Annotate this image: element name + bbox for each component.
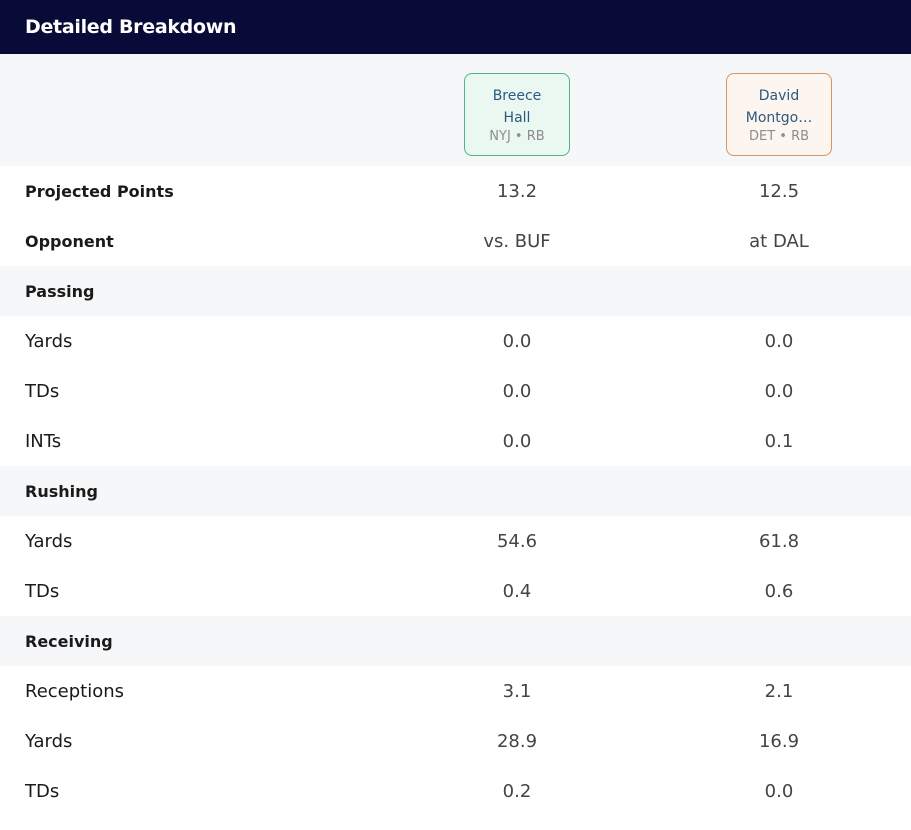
section-label: Rushing <box>25 481 98 501</box>
row-label: Yards <box>25 530 73 552</box>
table-row: TDs 0.4 0.6 <box>0 566 911 616</box>
player-2-value: 0.6 <box>764 580 794 602</box>
player-card-breece-hall[interactable]: Breece Hall NYJ • RB <box>464 73 570 156</box>
player-header-row: Breece Hall NYJ • RB David Montgo… DET •… <box>0 54 911 166</box>
player-card-david-montgomery[interactable]: David Montgo… DET • RB <box>726 73 832 156</box>
row-label: TDs <box>25 380 60 402</box>
player-2-value: 61.8 <box>758 530 800 552</box>
player-1-value: 54.6 <box>496 530 538 552</box>
player-team-position: NYJ • RB <box>489 128 545 144</box>
player-name-line2: Montgo… <box>745 109 813 126</box>
row-label: Yards <box>25 330 73 352</box>
table-row: TDs 0.2 0.0 <box>0 766 911 816</box>
player-2-value: at DAL <box>749 230 809 252</box>
panel-title: Detailed Breakdown <box>25 16 237 38</box>
player-name-line2: Hall <box>503 109 531 126</box>
row-label: Yards <box>25 730 73 752</box>
player-2-value: 0.0 <box>764 330 794 352</box>
player-2-value: 0.0 <box>764 380 794 402</box>
player-2-value: 0.1 <box>764 430 794 452</box>
panel-header: Detailed Breakdown <box>0 0 911 54</box>
breakdown-table: Projected Points 13.2 12.5 Opponent vs. BUF a… <box>0 166 911 816</box>
table-row: Yards 54.6 61.8 <box>0 516 911 566</box>
player-2-value: 16.9 <box>758 730 800 752</box>
player-1-value: 28.9 <box>496 730 538 752</box>
player-name: Breece <box>492 87 542 104</box>
player-1-value: vs. BUF <box>483 230 551 252</box>
table-row: Projected Points 13.2 12.5 <box>0 166 911 216</box>
row-label: TDs <box>25 580 60 602</box>
player-1-value: 0.0 <box>502 380 532 402</box>
row-label: Projected Points <box>25 181 174 201</box>
section-label: Receiving <box>25 631 113 651</box>
section-label: Passing <box>25 281 95 301</box>
section-header-row: Receiving <box>0 616 911 666</box>
table-row: Receptions 3.1 2.1 <box>0 666 911 716</box>
player-name: David <box>758 87 800 104</box>
player-1-value: 13.2 <box>496 180 538 202</box>
row-label: INTs <box>25 430 62 452</box>
row-label: TDs <box>25 780 60 802</box>
player-1-value: 0.0 <box>502 330 532 352</box>
table-row: Opponent vs. BUF at DAL <box>0 216 911 266</box>
table-row: INTs 0.0 0.1 <box>0 416 911 466</box>
player-team-position: DET • RB <box>748 128 810 144</box>
player-1-value: 3.1 <box>502 680 532 702</box>
player-2-value: 0.0 <box>764 780 794 802</box>
row-label: Opponent <box>25 231 114 251</box>
row-label: Receptions <box>25 680 125 702</box>
player-1-value: 0.2 <box>502 780 532 802</box>
section-header-row: Passing <box>0 266 911 316</box>
table-row: Yards 28.9 16.9 <box>0 716 911 766</box>
table-row: TDs 0.0 0.0 <box>0 366 911 416</box>
section-header-row: Rushing <box>0 466 911 516</box>
table-row: Yards 0.0 0.0 <box>0 316 911 366</box>
player-1-value: 0.4 <box>502 580 532 602</box>
player-2-value: 12.5 <box>758 180 800 202</box>
player-1-value: 0.0 <box>502 430 532 452</box>
player-2-value: 2.1 <box>764 680 794 702</box>
